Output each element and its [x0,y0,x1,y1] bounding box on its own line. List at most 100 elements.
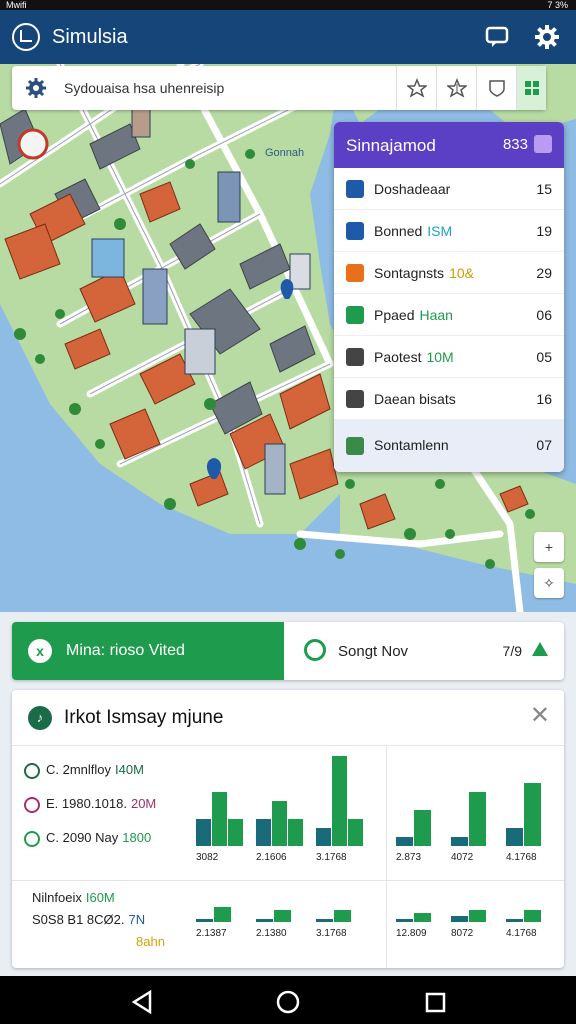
close-icon[interactable]: ✕ [530,704,550,728]
poi-value: 16 [536,391,552,407]
bar [196,919,213,922]
bar [288,819,303,846]
poi-count: 833 [502,136,528,153]
tick-label: 2.1606 [256,852,287,863]
star-icon[interactable] [436,66,476,110]
bar [451,916,468,922]
poi-label: Paotest 10M [374,349,454,365]
poi-value: 15 [536,181,552,197]
bar [272,801,287,846]
bar [196,819,211,846]
logo-icon[interactable] [12,23,40,51]
search-input[interactable]: Sydouaisa hsa uhenreisip [64,80,224,96]
menu-icon[interactable] [534,135,552,153]
app-title: Simulsia [52,26,128,48]
poi-label-text: Ppaed [374,307,415,323]
search-bar[interactable]: Sydouaisa hsa uhenreisip [12,66,546,110]
tick-label: 12.809 [396,928,427,939]
poi-value: 06 [536,307,552,323]
poi-highlight: ISM [427,223,453,239]
home-icon[interactable] [276,990,300,1014]
poi-panel: Sinnajamod 833 Doshadeaar 15 Bonned ISM 19 So… [334,122,564,472]
bar [316,919,333,922]
settings-icon[interactable] [24,76,48,100]
bar [332,756,347,846]
panel-header: ♪ Irkot Ismsay mjune ✕ [12,690,564,746]
bar [524,783,541,846]
tick-label: 4.1768 [506,928,537,939]
shield-icon [346,222,364,240]
poi-highlight: Haan [419,307,453,323]
tab-inactive-label: Songt Nov [338,643,409,660]
tab-inactive-count: 7/9 [502,643,522,659]
compass-button[interactable]: ✧ [534,568,564,598]
bar [228,819,243,846]
grid-icon[interactable] [516,66,546,110]
poi-label-text: Paotest [374,349,422,365]
poi-label: Doshadeaar [374,181,450,197]
zoom-in-button[interactable]: + [534,532,564,562]
poi-label: Daean bisats [374,391,456,407]
bar [451,837,468,846]
bar [469,910,486,922]
tick-label: 2.1380 [256,928,287,939]
bar [396,837,413,846]
poi-value: 29 [536,265,552,281]
poi-header: Sinnajamod 833 [334,122,564,168]
poi-title: Sinnajamod [346,136,436,155]
mode-tabs: x Mina: rioso Vited Songt Nov 7/9 [12,622,564,680]
chat-icon[interactable] [484,24,510,50]
bar [506,828,523,846]
poi-row[interactable]: Ppaed Haan 06 [334,294,564,336]
poi-row[interactable]: Bonned ISM 19 [334,210,564,252]
poi-label-text: Bonned [374,223,423,239]
tick-label: 4.1768 [506,852,537,863]
close-icon[interactable]: x [28,639,52,663]
bar [256,819,271,846]
poi-label: Bonned ISM [374,223,452,239]
document-icon [346,390,364,408]
poi-label-text: Doshadeaar [374,181,451,197]
bar [524,910,541,922]
recents-icon[interactable] [425,992,446,1013]
system-nav-bar [0,976,576,1024]
poi-highlight: 10M [426,349,454,365]
bar [414,913,431,922]
bar [506,919,523,922]
app-bar: Simulsia [0,10,576,64]
poi-row[interactable]: Daean bisats 16 [334,378,564,420]
tick-label: 3.1768 [316,852,347,863]
bar [274,910,291,922]
bar [396,919,413,922]
poi-row[interactable]: Sontagnsts 10& 29 [334,252,564,294]
tick-label: 2.873 [396,852,421,863]
poi-label-text: Sontamlenn [374,437,449,453]
poi-row[interactable]: Paotest 10M 05 [334,336,564,378]
bar [212,792,227,846]
status-bar: Mwifi 7 3% [0,0,576,10]
poi-highlight: 10& [449,265,474,281]
poi-row[interactable]: Sontamlenn 07 [334,420,564,472]
poi-value: 07 [536,437,552,453]
back-icon[interactable] [131,989,152,1015]
bar [256,919,273,922]
status-left: Mwifi [6,0,27,10]
tab-inactive[interactable]: Songt Nov 7/9 [284,622,564,680]
poi-value: 05 [536,349,552,365]
pin-icon [346,437,364,455]
tab-active-label: Mina: rioso Vited [66,642,185,659]
arrow-up-icon[interactable] [532,642,548,656]
panel-title: Irkot Ismsay mjune [64,707,224,728]
poi-value: 19 [536,223,552,239]
bar [334,910,351,922]
bar [348,819,363,846]
bar [316,828,331,846]
info-icon: ♪ [28,706,52,730]
settings-icon[interactable] [534,24,560,50]
shield-icon[interactable] [476,66,516,110]
star-outline-icon[interactable] [396,66,436,110]
poi-row[interactable]: Doshadeaar 15 [334,168,564,210]
poi-label: Sontagnsts 10& [374,265,474,281]
tab-active[interactable]: x Mina: rioso Vited [12,622,284,680]
tick-label: 3082 [196,852,219,863]
